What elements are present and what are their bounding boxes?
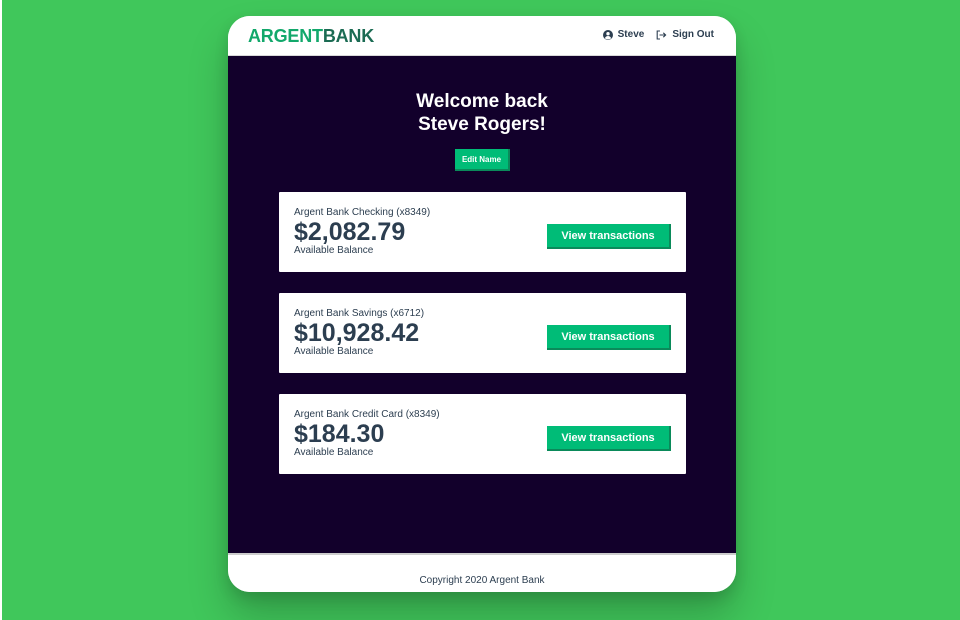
account-amount-description: Available Balance (294, 245, 374, 256)
logo-text-bank: BANK (322, 26, 375, 46)
account-amount-description: Available Balance (294, 447, 374, 458)
sign-out-label: Sign Out (672, 29, 714, 40)
background-edge (0, 0, 2, 620)
logo-text-argent: ARGENT (248, 26, 323, 46)
account-amount: $184.30 (294, 420, 385, 448)
edit-name-button[interactable]: Edit Name (455, 149, 510, 171)
welcome-user-name: Steve Rogers! (418, 114, 546, 135)
welcome-line-1: Welcome back (416, 91, 548, 112)
sign-out-link[interactable]: Sign Out (656, 28, 714, 42)
account-card-savings: Argent Bank Savings (x6712) $10,928.42 A… (279, 293, 686, 373)
main-content: Welcome back Steve Rogers! Edit Name Arg… (228, 56, 736, 553)
footer-copyright: Copyright 2020 Argent Bank (419, 575, 545, 586)
view-transactions-button[interactable]: View transactions (547, 224, 671, 249)
app-window: ARGENTBANK Steve Sign Out Welcome back S… (228, 16, 736, 592)
view-transactions-button[interactable]: View transactions (547, 426, 671, 451)
account-amount: $2,082.79 (294, 218, 406, 246)
sign-out-icon (656, 30, 667, 40)
user-name: Steve (617, 29, 645, 40)
top-navigation: ARGENTBANK Steve Sign Out (228, 16, 736, 56)
user-circle-icon (602, 30, 613, 40)
welcome-heading: Welcome back Steve Rogers! (228, 90, 736, 136)
footer: Copyright 2020 Argent Bank (228, 553, 736, 592)
account-amount: $10,928.42 (294, 319, 420, 347)
nav-user-area: Steve Sign Out (602, 28, 714, 42)
account-amount-description: Available Balance (294, 346, 374, 357)
user-profile-link[interactable]: Steve (602, 28, 645, 42)
account-card-credit: Argent Bank Credit Card (x8349) $184.30 … (279, 394, 686, 474)
account-card-checking: Argent Bank Checking (x8349) $2,082.79 A… (279, 192, 686, 272)
view-transactions-button[interactable]: View transactions (547, 325, 671, 350)
argent-bank-logo[interactable]: ARGENTBANK (248, 26, 374, 46)
